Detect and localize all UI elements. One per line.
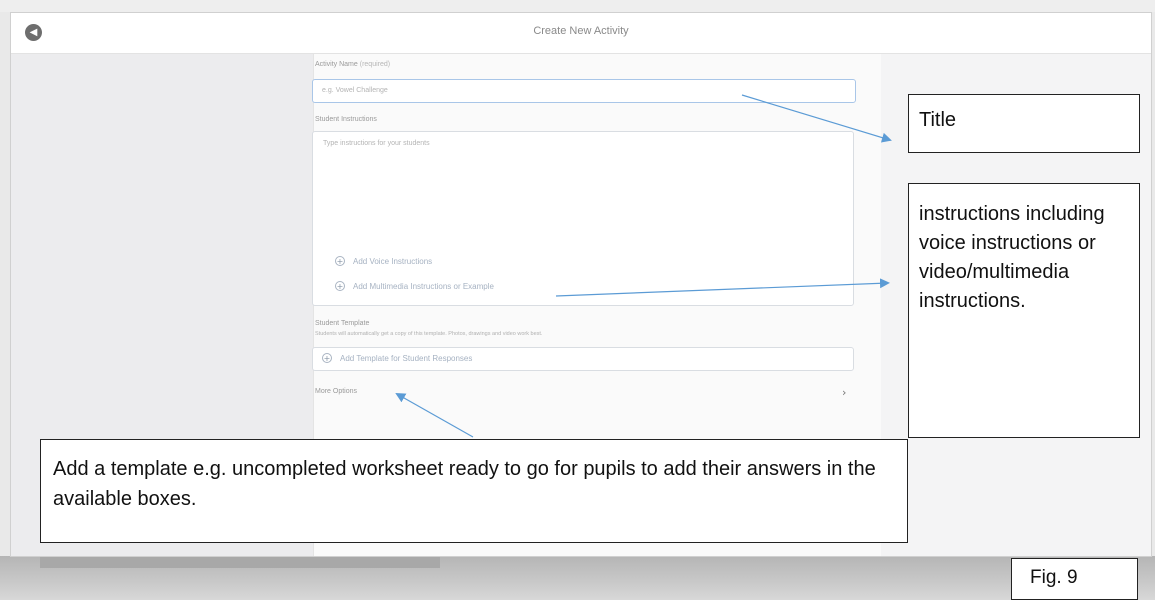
- figure-label: Fig. 9: [1011, 558, 1138, 600]
- callout-template: Add a template e.g. uncompleted workshee…: [40, 439, 908, 543]
- arrow-template: [395, 393, 474, 438]
- callout-title: Title: [908, 94, 1140, 153]
- arrow-title: [741, 94, 892, 143]
- callout-instructions: instructions including voice instruction…: [908, 183, 1140, 438]
- arrow-instructions: [555, 278, 890, 297]
